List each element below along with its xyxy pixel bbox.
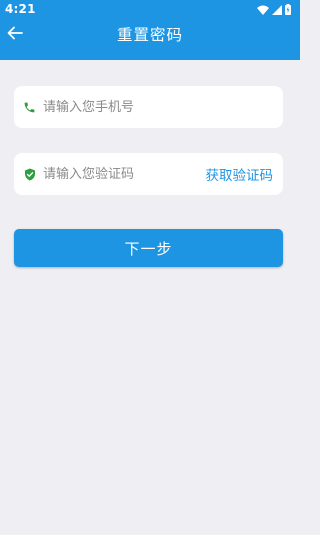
phone-icon — [23, 101, 36, 114]
status-icons — [257, 0, 291, 19]
verification-code-field: 获取验证码 — [14, 153, 283, 195]
wifi-icon — [257, 0, 269, 19]
page-title: 重置密码 — [116, 26, 183, 44]
status-bar: 4:21 — [0, 0, 300, 18]
get-code-button[interactable]: 获取验证码 — [206, 164, 284, 184]
phone-input[interactable] — [43, 86, 283, 128]
verification-code-input[interactable] — [43, 153, 206, 195]
status-time: 4:21 — [5, 2, 36, 16]
signal-icon — [272, 0, 282, 19]
phone-field — [14, 86, 283, 128]
next-button[interactable]: 下一步 — [14, 229, 283, 267]
app-bar: 重置密码 — [0, 18, 300, 60]
shield-check-icon — [23, 168, 36, 181]
battery-icon — [285, 0, 291, 19]
